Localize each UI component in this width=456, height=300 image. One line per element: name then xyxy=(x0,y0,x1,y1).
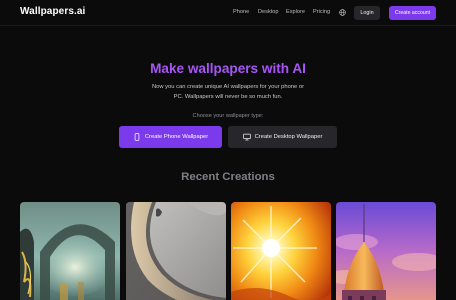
creation-card-palace-dome[interactable] xyxy=(336,202,436,300)
nav-link-desktop[interactable]: Desktop xyxy=(258,9,279,15)
creation-card-fantasy-arch[interactable] xyxy=(20,202,120,300)
create-phone-wallpaper-button[interactable]: Create Phone Wallpaper xyxy=(119,126,222,148)
create-desktop-wallpaper-button[interactable]: Create Desktop Wallpaper xyxy=(228,126,337,148)
nav-link-explore[interactable]: Explore xyxy=(286,9,305,15)
login-button[interactable]: Login xyxy=(354,6,380,20)
globe-icon[interactable] xyxy=(339,9,346,16)
create-account-button[interactable]: Create account xyxy=(389,6,436,20)
hero-subtitle-line-2: PC. Wallpapers will never be so much fun… xyxy=(173,94,283,100)
top-nav: Wallpapers.ai Phone Desktop Explore Pric… xyxy=(0,0,456,26)
hero-subtitle: Now you can create unique AI wallpapers … xyxy=(128,82,328,102)
wallpaper-image-palace-dome xyxy=(336,202,436,300)
brand-logo[interactable]: Wallpapers.ai xyxy=(20,6,85,17)
hero-title: Make wallpapers with AI xyxy=(150,61,306,76)
phone-icon xyxy=(134,133,140,141)
wallpaper-image-sun-burst xyxy=(231,202,331,300)
creation-card-sun-burst[interactable] xyxy=(231,202,331,300)
wallpaper-image-abstract-swirl xyxy=(126,202,226,300)
wallpaper-image-fantasy-arch xyxy=(20,202,120,300)
hero-subtitle-line-1: Now you can create unique AI wallpapers … xyxy=(151,84,305,90)
create-desktop-wallpaper-label: Create Desktop Wallpaper xyxy=(254,134,323,140)
choose-type-label: Choose your wallpaper type: xyxy=(192,113,264,119)
create-phone-wallpaper-label: Create Phone Wallpaper xyxy=(144,134,209,140)
nav-link-phone[interactable]: Phone xyxy=(233,9,249,15)
creation-card-abstract-swirl[interactable] xyxy=(126,202,226,300)
recent-creations-title: Recent Creations xyxy=(181,171,275,183)
nav-link-pricing[interactable]: Pricing xyxy=(313,9,330,15)
monitor-icon xyxy=(242,133,251,141)
